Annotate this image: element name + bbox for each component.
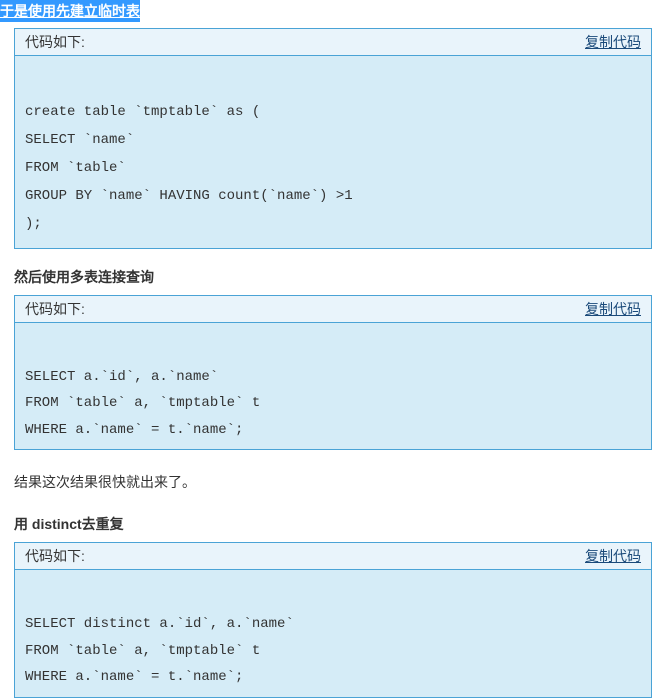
code-header: 代码如下: 复制代码	[15, 29, 651, 56]
section-heading-distinct: 用 distinct去重复	[14, 514, 666, 534]
copy-code-link[interactable]: 复制代码	[585, 32, 641, 52]
code-body: SELECT a.`id`, a.`name` FROM `table` a, …	[15, 323, 651, 449]
code-label: 代码如下:	[25, 32, 85, 52]
code-block-3: 代码如下: 复制代码 SELECT distinct a.`id`, a.`na…	[14, 542, 652, 697]
section-heading-join: 然后使用多表连接查询	[14, 267, 666, 287]
copy-code-link[interactable]: 复制代码	[585, 299, 641, 319]
code-block-1: 代码如下: 复制代码 create table `tmptable` as ( …	[14, 28, 652, 249]
highlight-heading: 于是使用先建立临时表	[0, 0, 140, 22]
code-body: SELECT distinct a.`id`, a.`name` FROM `t…	[15, 570, 651, 696]
code-header: 代码如下: 复制代码	[15, 296, 651, 323]
result-text: 结果这次结果很快就出来了。	[14, 472, 666, 492]
copy-code-link[interactable]: 复制代码	[585, 546, 641, 566]
code-label: 代码如下:	[25, 546, 85, 566]
code-header: 代码如下: 复制代码	[15, 543, 651, 570]
code-label: 代码如下:	[25, 299, 85, 319]
code-block-2: 代码如下: 复制代码 SELECT a.`id`, a.`name` FROM …	[14, 295, 652, 450]
code-body: create table `tmptable` as ( SELECT `nam…	[15, 56, 651, 248]
